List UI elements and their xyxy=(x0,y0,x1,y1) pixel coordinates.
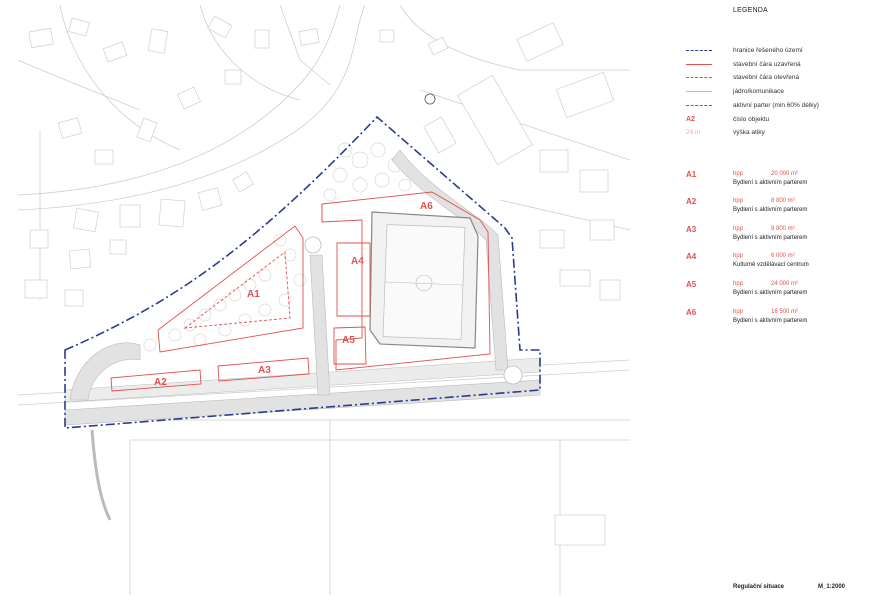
site-plan-map: A1 A2 A3 A4 A5 A6 xyxy=(17,4,630,595)
object-area: 20 000 m² xyxy=(771,171,799,177)
boundary-line-icon xyxy=(686,50,712,51)
legend-label: výška atiky xyxy=(733,129,765,136)
object-entry-a4: A4 hpp 6 000 m² Kulturně vzdělávací cent… xyxy=(686,252,886,274)
label-a1: A1 xyxy=(247,289,260,300)
legend-label: aktivní parter (min 60% délky) xyxy=(733,102,819,109)
object-use: Kulturně vzdělávací centrum xyxy=(733,262,809,268)
hpp-label: hpp xyxy=(733,198,744,204)
legend-item-height: 24 m výška atiky xyxy=(686,128,886,138)
legend-label: jádro/komunikace xyxy=(733,88,784,95)
object-use: Bydlení s aktivním parterem xyxy=(733,207,808,213)
height-symbol: 24 m xyxy=(686,129,701,136)
object-area: 9 800 m² xyxy=(771,226,795,232)
object-entry-a1: A1 hpp 20 000 m² Bydlení s aktivním part… xyxy=(686,170,886,192)
object-area: 8 800 m² xyxy=(771,198,795,204)
landmark-circle xyxy=(424,93,436,105)
legend-item-active-parter: aktivní parter (min 60% délky) xyxy=(686,101,886,111)
drawing-title: Regulační situace xyxy=(733,584,785,590)
solid-red-line-icon xyxy=(686,64,712,65)
legend-label: číslo objektu xyxy=(733,116,770,123)
dashed-red-line-icon xyxy=(686,77,712,78)
object-entry-a6: A6 hpp 16 500 m² Bydlení s aktivním part… xyxy=(686,308,886,330)
football-pitch xyxy=(382,224,466,340)
legend-item-object-number: A2 číslo objektu xyxy=(686,115,886,125)
legend-item-open-line: stavební čára otevřená xyxy=(686,73,886,83)
hpp-label: hpp xyxy=(733,253,744,259)
dashed-gray-line-icon xyxy=(686,105,712,106)
object-code: A6 xyxy=(686,308,697,317)
legend-title: LEGENDA xyxy=(733,7,768,14)
hpp-label: hpp xyxy=(733,309,744,315)
drawing-scale: M_1:2000 xyxy=(818,584,846,590)
hpp-label: hpp xyxy=(733,226,744,232)
thin-pink-line-icon xyxy=(686,91,712,92)
hpp-label: hpp xyxy=(733,281,744,287)
a6-courtyard xyxy=(369,211,479,349)
label-a2: A2 xyxy=(154,377,167,388)
label-a4: A4 xyxy=(351,256,364,267)
legend-item-core: jádro/komunikace xyxy=(686,87,886,97)
object-use: Bydlení s aktivním parterem xyxy=(733,235,808,241)
a1-inner-line xyxy=(183,251,291,329)
a4-building-line xyxy=(336,242,371,317)
label-a3: A3 xyxy=(258,365,271,376)
object-code: A4 xyxy=(686,252,697,261)
object-area: 24 000 m² xyxy=(771,281,799,287)
legend-item-closed-line: stavební čára uzavřená xyxy=(686,60,886,70)
object-use: Bydlení s aktivním parterem xyxy=(733,180,808,186)
object-use: Bydlení s aktivním parterem xyxy=(733,290,808,296)
legend-label: stavební čára otevřená xyxy=(733,74,800,81)
legend-label: hranice řešeného území xyxy=(733,47,803,54)
hpp-label: hpp xyxy=(733,171,744,177)
legend-label: stavební čára uzavřená xyxy=(733,61,801,68)
object-code: A5 xyxy=(686,280,697,289)
object-area: 16 500 m² xyxy=(771,309,799,315)
object-code: A3 xyxy=(686,225,697,234)
object-code: A1 xyxy=(686,170,697,179)
object-use: Bydlení s aktivním parterem xyxy=(733,318,808,324)
legend-item-boundary: hranice řešeného území xyxy=(686,46,886,56)
object-code: A2 xyxy=(686,197,697,206)
label-a6: A6 xyxy=(420,201,433,212)
object-entry-a3: A3 hpp 9 800 m² Bydlení s aktivním parte… xyxy=(686,225,886,247)
label-a5: A5 xyxy=(342,335,355,346)
object-code-symbol: A2 xyxy=(686,116,695,123)
object-area: 6 000 m² xyxy=(771,253,795,259)
object-entry-a2: A2 hpp 8 800 m² Bydlení s aktivním parte… xyxy=(686,197,886,219)
object-entry-a5: A5 hpp 24 000 m² Bydlení s aktivním part… xyxy=(686,280,886,302)
